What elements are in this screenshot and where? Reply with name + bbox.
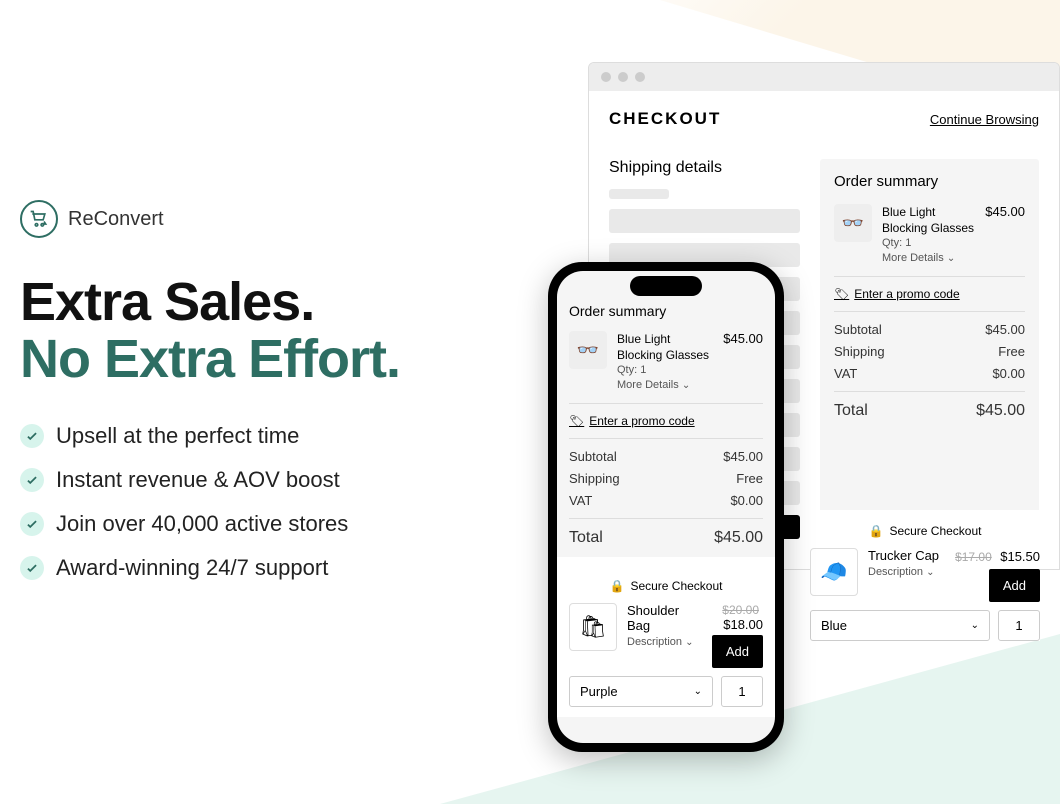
qty-input[interactable]: 1 bbox=[998, 610, 1040, 641]
summary-title: Order summary bbox=[569, 303, 763, 319]
bullet-item: Join over 40,000 active stores bbox=[20, 511, 400, 537]
item-name: Blue Light Blocking Glasses bbox=[882, 204, 975, 236]
chevron-down-icon: ⌄ bbox=[971, 620, 979, 631]
bullet-text: Join over 40,000 active stores bbox=[56, 511, 348, 537]
old-price: $20.00 bbox=[722, 603, 759, 617]
shipping-row: ShippingFree bbox=[834, 344, 1025, 359]
item-qty: Qty: 1 bbox=[882, 236, 975, 251]
cart-item: 👓 Blue Light Blocking Glasses Qty: 1 Mor… bbox=[569, 331, 763, 393]
item-thumb-glasses-icon: 👓 bbox=[834, 204, 872, 242]
shipping-row: ShippingFree bbox=[569, 471, 763, 486]
old-price: $17.00 bbox=[955, 550, 992, 564]
upsell-card-mobile: 🔒 Secure Checkout 🛍 Shoulder Bag Descrip… bbox=[557, 557, 775, 717]
summary-title: Order summary bbox=[834, 173, 1025, 190]
tag-icon: 🏷 bbox=[569, 414, 584, 428]
divider bbox=[834, 276, 1025, 277]
window-dot bbox=[618, 72, 628, 82]
subtotal-row: Subtotal$45.00 bbox=[834, 322, 1025, 337]
add-button[interactable]: Add bbox=[712, 635, 763, 668]
subtotal-row: Subtotal$45.00 bbox=[569, 449, 763, 464]
upsell-description-toggle[interactable]: Description ⌄ bbox=[627, 636, 693, 648]
chevron-down-icon: ⌄ bbox=[682, 380, 690, 391]
window-dot bbox=[635, 72, 645, 82]
bullet-text: Instant revenue & AOV boost bbox=[56, 467, 340, 493]
brand-row: ReConvert bbox=[20, 200, 400, 238]
qty-input[interactable]: 1 bbox=[721, 676, 763, 707]
browser-chrome bbox=[589, 63, 1059, 91]
variant-select[interactable]: Purple⌄ bbox=[569, 676, 713, 707]
check-icon bbox=[20, 424, 44, 448]
cart-item: 👓 Blue Light Blocking Glasses Qty: 1 Mor… bbox=[834, 204, 1025, 266]
bullet-text: Award-winning 24/7 support bbox=[56, 555, 328, 581]
check-icon bbox=[20, 556, 44, 580]
chevron-down-icon: ⌄ bbox=[694, 686, 702, 697]
promo-code-link[interactable]: 🏷 Enter a promo code bbox=[834, 287, 1025, 301]
more-details-toggle[interactable]: More Details ⌄ bbox=[617, 378, 713, 393]
upsell-description-toggle[interactable]: Description ⌄ bbox=[868, 566, 945, 578]
chevron-down-icon: ⌄ bbox=[947, 253, 955, 264]
upsell-thumb-bag-icon: 🛍 bbox=[569, 603, 617, 651]
check-icon bbox=[20, 512, 44, 536]
bullet-list: Upsell at the perfect time Instant reven… bbox=[20, 423, 400, 581]
brand-name: ReConvert bbox=[68, 208, 164, 231]
new-price: $18.00 bbox=[723, 617, 763, 632]
chevron-down-icon: ⌄ bbox=[685, 637, 693, 648]
divider bbox=[569, 403, 763, 404]
window-dot bbox=[601, 72, 611, 82]
bullet-item: Instant revenue & AOV boost bbox=[20, 467, 400, 493]
item-qty: Qty: 1 bbox=[617, 363, 713, 378]
upsell-name: Trucker Cap bbox=[868, 548, 945, 563]
chevron-down-icon: ⌄ bbox=[926, 567, 934, 578]
variant-select[interactable]: Blue⌄ bbox=[810, 610, 990, 641]
promo-code-link[interactable]: 🏷 Enter a promo code bbox=[569, 414, 763, 428]
marketing-column: ReConvert Extra Sales. No Extra Effort. … bbox=[20, 200, 400, 599]
skeleton bbox=[609, 189, 669, 199]
bullet-text: Upsell at the perfect time bbox=[56, 423, 299, 449]
divider bbox=[569, 518, 763, 519]
order-summary-desktop: Order summary 👓 Blue Light Blocking Glas… bbox=[820, 159, 1039, 549]
headline: Extra Sales. No Extra Effort. bbox=[20, 274, 400, 387]
continue-browsing-link[interactable]: Continue Browsing bbox=[930, 112, 1039, 127]
shipping-title: Shipping details bbox=[609, 159, 800, 177]
skeleton bbox=[609, 209, 800, 233]
upsell-thumb-cap-icon: 🧢 bbox=[810, 548, 858, 596]
divider bbox=[834, 391, 1025, 392]
total-row: Total$45.00 bbox=[834, 402, 1025, 420]
checkout-header: CHECKOUT Continue Browsing bbox=[609, 109, 1039, 129]
upsell-prices: $20.00 $18.00 bbox=[703, 603, 763, 632]
total-row: Total$45.00 bbox=[569, 529, 763, 547]
vat-row: VAT$0.00 bbox=[569, 493, 763, 508]
upsell-prices: $17.00 $15.50 bbox=[955, 548, 1040, 566]
phone-mockup: Order summary 👓 Blue Light Blocking Glas… bbox=[548, 262, 784, 752]
add-button[interactable]: Add bbox=[989, 569, 1040, 602]
divider bbox=[569, 438, 763, 439]
divider bbox=[834, 311, 1025, 312]
item-thumb-glasses-icon: 👓 bbox=[569, 331, 607, 369]
secure-checkout-label: 🔒 Secure Checkout bbox=[810, 524, 1040, 538]
item-price: $45.00 bbox=[985, 204, 1025, 266]
upsell-name: Shoulder Bag bbox=[627, 603, 693, 633]
check-icon bbox=[20, 468, 44, 492]
item-name: Blue Light Blocking Glasses bbox=[617, 331, 713, 363]
bullet-item: Upsell at the perfect time bbox=[20, 423, 400, 449]
item-price: $45.00 bbox=[723, 331, 763, 393]
upsell-card-desktop: 🔒 Secure Checkout 🧢 Trucker Cap Descript… bbox=[810, 510, 1040, 641]
headline-line2: No Extra Effort. bbox=[20, 331, 400, 388]
more-details-toggle[interactable]: More Details ⌄ bbox=[882, 251, 975, 266]
new-price: $15.50 bbox=[1000, 549, 1040, 564]
phone-notch bbox=[630, 276, 702, 296]
lock-icon: 🔒 bbox=[868, 524, 883, 538]
vat-row: VAT$0.00 bbox=[834, 366, 1025, 381]
headline-line1: Extra Sales. bbox=[20, 274, 400, 331]
lock-icon: 🔒 bbox=[609, 579, 624, 593]
checkout-title: CHECKOUT bbox=[609, 109, 721, 129]
brand-logo-icon bbox=[20, 200, 58, 238]
phone-screen: Order summary 👓 Blue Light Blocking Glas… bbox=[557, 271, 775, 743]
tag-icon: 🏷 bbox=[834, 287, 849, 301]
secure-checkout-label: 🔒 Secure Checkout bbox=[569, 579, 763, 593]
bullet-item: Award-winning 24/7 support bbox=[20, 555, 400, 581]
